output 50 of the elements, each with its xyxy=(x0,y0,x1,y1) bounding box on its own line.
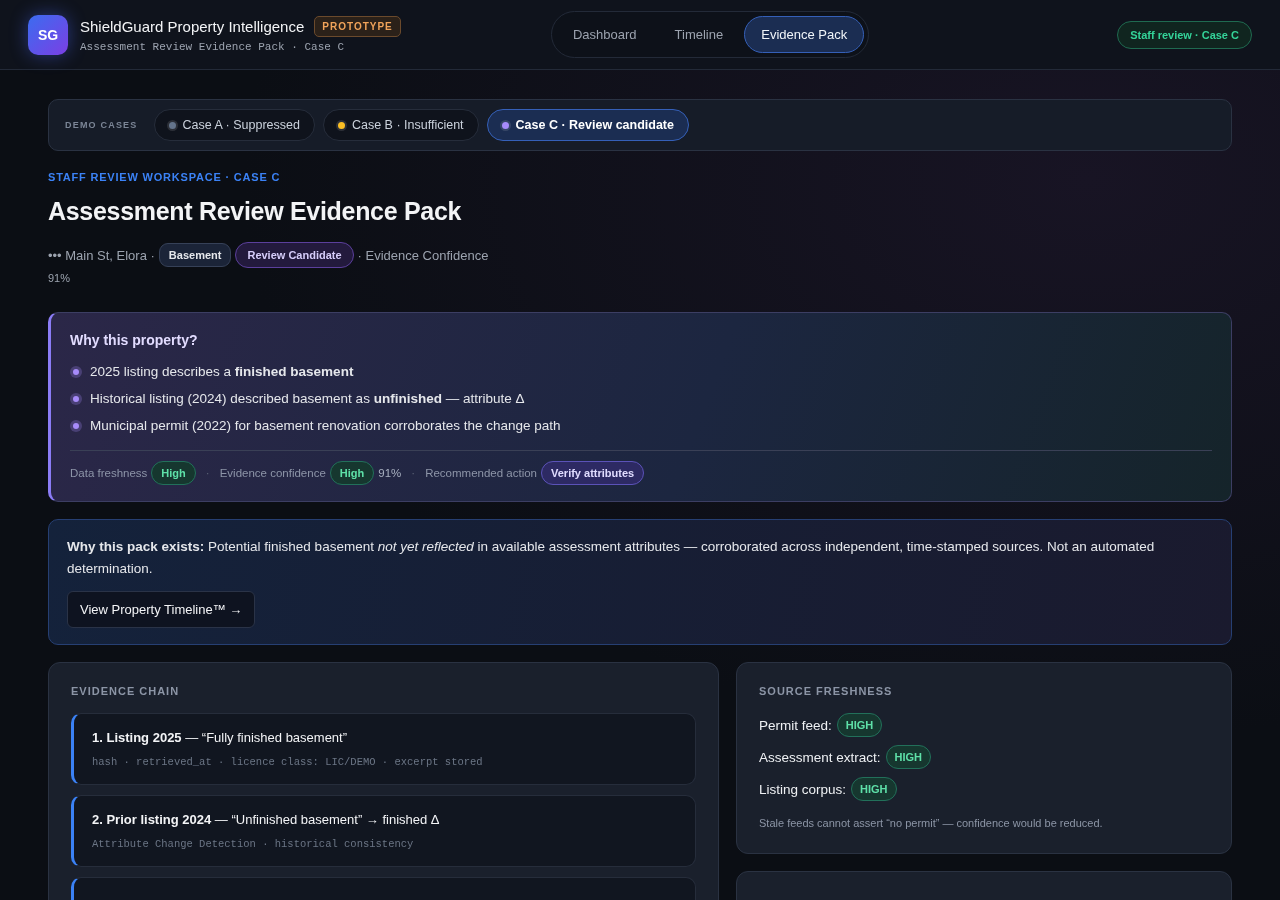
status-badge: High xyxy=(329,461,375,485)
status-badge: Verify attributes xyxy=(541,461,645,485)
nav-tab[interactable]: Dashboard xyxy=(555,16,654,53)
bullet-icon xyxy=(73,422,79,429)
status-pill: Staff review · Case C xyxy=(1117,20,1252,49)
bullet-text: Historical listing (2024) described basement as unfinished — attribute Δ xyxy=(90,391,525,406)
address-text: ••• Main St, Elora · xyxy=(48,247,155,263)
source-label: Listing corpus: xyxy=(759,781,847,797)
bullet-text: Municipal permit (2022) for basement renovation corroborates the change path xyxy=(90,418,561,433)
tag: Review Candidate xyxy=(235,242,354,268)
source-label: Permit feed: xyxy=(759,717,832,733)
tag: Basement xyxy=(158,243,232,267)
case-chip[interactable]: Case B · Insufficient xyxy=(322,109,479,141)
meta-label: · Evidence Confidence xyxy=(357,247,489,263)
panel-title: SOURCE FRESHNESS xyxy=(759,685,894,697)
panel-title: EVIDENCE CHAIN xyxy=(71,685,181,697)
case-chip[interactable]: Case C · Review candidate xyxy=(486,109,689,141)
footer-value: 91% xyxy=(378,467,402,479)
demo-cases-label: DEMO CASES xyxy=(65,120,138,130)
app-subtitle: Assessment Review Evidence Pack · Case C xyxy=(80,41,345,53)
bullet-icon xyxy=(73,395,79,402)
page-heading: Assessment Review Evidence Pack xyxy=(48,197,463,226)
timeline-button[interactable]: View Property Timeline™ → xyxy=(67,591,256,628)
freshness-note: Stale feeds cannot assert “no permit” — confidence would be reduced. xyxy=(759,817,1104,829)
evidence-meta: hash · retrieved_at · licence class: LIC/DEMO · excerpt stored xyxy=(92,756,484,768)
bullet-text: 2025 listing describes a finished basement xyxy=(90,364,354,379)
separator-dot: · xyxy=(205,467,210,479)
freshness-badge: HIGH xyxy=(885,745,932,769)
eyebrow-label: STAFF REVIEW WORKSPACE · CASE C xyxy=(48,171,282,183)
pack-explanation: Why this pack exists: Potential finished basement not yet reflected in available assessment attributes — corroborated across independent, time-stamped sources. Not an automated determination. xyxy=(67,538,1156,578)
evidence-title: 2. Prior listing 2024 — “Unfinished basement” → finished Δ xyxy=(92,812,441,827)
confidence-value: 91% xyxy=(48,272,72,284)
bullet-icon xyxy=(73,368,79,375)
prototype-badge: PROTOTYPE xyxy=(314,16,401,37)
footer-label: Recommended action xyxy=(425,467,537,479)
freshness-badge: HIGH xyxy=(836,713,883,737)
evidence-title: 1. Listing 2025 — “Fully finished basement” xyxy=(92,730,349,745)
footer-label: Evidence confidence xyxy=(219,467,326,479)
case-chip[interactable]: Case A · Suppressed xyxy=(153,109,315,141)
app-title: ShieldGuard Property Intelligence xyxy=(80,18,305,35)
footer-label: Data freshness xyxy=(70,467,148,479)
card-title: Why this property? xyxy=(70,332,199,348)
status-badge: High xyxy=(151,461,196,485)
separator-dot: · xyxy=(411,467,416,479)
logo-tile: SG xyxy=(28,14,68,55)
evidence-meta: Attribute Change Detection · historical consistency xyxy=(92,838,415,850)
source-label: Assessment extract: xyxy=(759,749,881,765)
freshness-badge: HIGH xyxy=(851,777,897,801)
nav-tab[interactable]: Evidence Pack xyxy=(744,16,865,53)
nav-tab[interactable]: Timeline xyxy=(657,16,741,53)
